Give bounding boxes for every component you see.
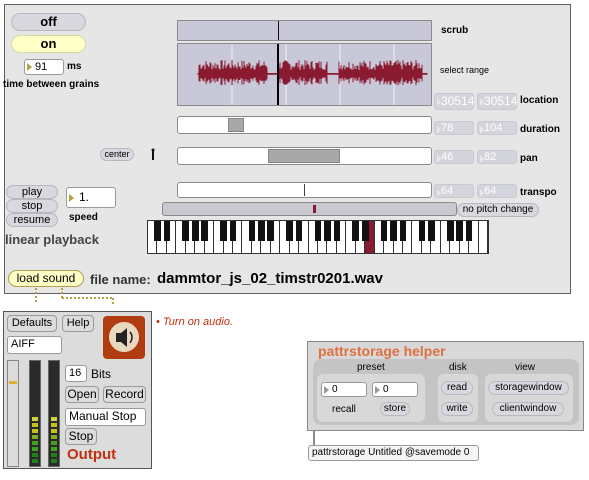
record-mode-menu[interactable]: Manual Stop [65,408,146,426]
recall-value: 0 [332,384,338,395]
pattr-helper-title: pattrstorage helper [318,343,446,359]
clientwindow-button[interactable]: clientwindow [492,402,564,416]
meter-segment [32,459,38,463]
meter-segment [51,429,57,433]
store-value: 0 [383,384,389,395]
open-button[interactable]: Open [65,386,99,403]
preset-label: preset [357,362,385,373]
stop-record-button[interactable]: Stop [65,428,97,445]
output-gain-slider[interactable] [7,360,19,467]
meter-segment [51,459,57,463]
record-button[interactable]: Record [103,386,146,403]
meter-segment [32,435,38,439]
recall-label: recall [332,404,356,415]
bits-number-box[interactable]: 16 [65,365,87,382]
speaker-audio-toggle[interactable] [103,316,145,359]
number-arrow-icon [324,386,329,394]
pattrstorage-object-box[interactable]: pattrstorage Untitled @savemode 0 [308,445,479,461]
output-title: Output [67,446,117,463]
write-button[interactable]: write [441,402,473,416]
meter-segment [32,453,38,457]
bits-label: Bits [91,367,112,381]
meter-segment [32,423,38,427]
recall-number-box[interactable]: 0 [321,382,367,397]
view-label: view [515,362,536,373]
store-button[interactable]: store [380,402,410,416]
meter-segment [51,423,57,427]
file-format-menu[interactable]: AIFF [7,336,62,354]
meter-segment [32,447,38,451]
store-number-box[interactable]: 0 [372,382,418,397]
left-level-meter [29,360,41,467]
right-level-meter [48,360,60,467]
meter-segment [51,447,57,451]
storagewindow-button[interactable]: storagewindow [488,381,569,395]
gain-slider-thumb[interactable] [9,381,17,384]
meter-segment [32,417,38,421]
meter-segment [51,435,57,439]
turn-on-audio-note: • Turn on audio. [156,316,234,328]
read-button[interactable]: read [441,381,473,395]
disk-label: disk [449,362,467,373]
meter-segment [51,441,57,445]
meter-segment [51,417,57,421]
defaults-button[interactable]: Defaults [7,315,57,332]
meter-segment [32,429,38,433]
meter-segment [32,441,38,445]
help-button[interactable]: Help [62,315,94,332]
meter-segment [51,453,57,457]
number-arrow-icon [375,386,380,394]
speaker-icon [109,322,139,352]
